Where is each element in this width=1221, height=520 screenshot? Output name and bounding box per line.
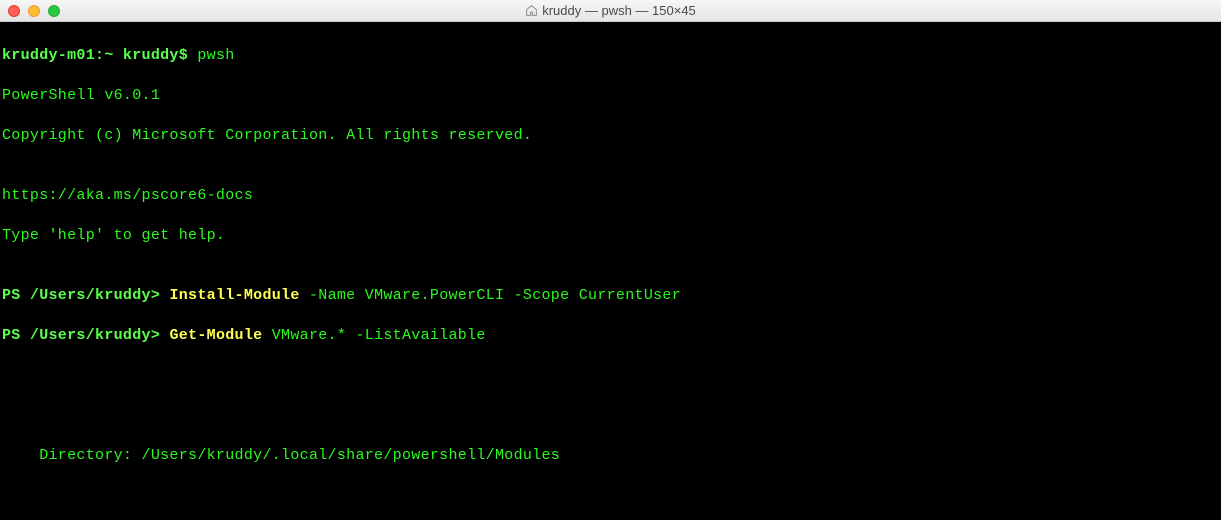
banner-line: Copyright (c) Microsoft Corporation. All… — [2, 126, 1219, 146]
ps-prompt: PS /Users/kruddy> — [2, 327, 169, 344]
window-title-text: kruddy — pwsh — 150×45 — [542, 3, 696, 18]
blank-line — [2, 406, 1219, 426]
cmdlet: Install-Module — [169, 287, 299, 304]
blank-line — [2, 366, 1219, 386]
banner-line: PowerShell v6.0.1 — [2, 86, 1219, 106]
banner-line: Type 'help' to get help. — [2, 226, 1219, 246]
blank-line — [2, 486, 1219, 506]
window-title: kruddy — pwsh — 150×45 — [0, 3, 1221, 18]
banner-link: https://aka.ms/pscore6-docs — [2, 186, 1219, 206]
bash-command: pwsh — [197, 47, 234, 64]
directory-line: Directory: /Users/kruddy/.local/share/po… — [2, 446, 1219, 466]
cmd-args: VMware.* -ListAvailable — [262, 327, 485, 344]
terminal-content[interactable]: kruddy-m01:~ kruddy$ pwsh PowerShell v6.… — [0, 22, 1221, 520]
ps-prompt: PS /Users/kruddy> — [2, 287, 169, 304]
window-titlebar: kruddy — pwsh — 150×45 — [0, 0, 1221, 22]
home-icon — [525, 4, 538, 17]
cmdlet: Get-Module — [169, 327, 262, 344]
bash-prompt: kruddy-m01:~ kruddy$ — [2, 47, 197, 64]
cmd-args: -Name VMware.PowerCLI -Scope CurrentUser — [300, 287, 681, 304]
